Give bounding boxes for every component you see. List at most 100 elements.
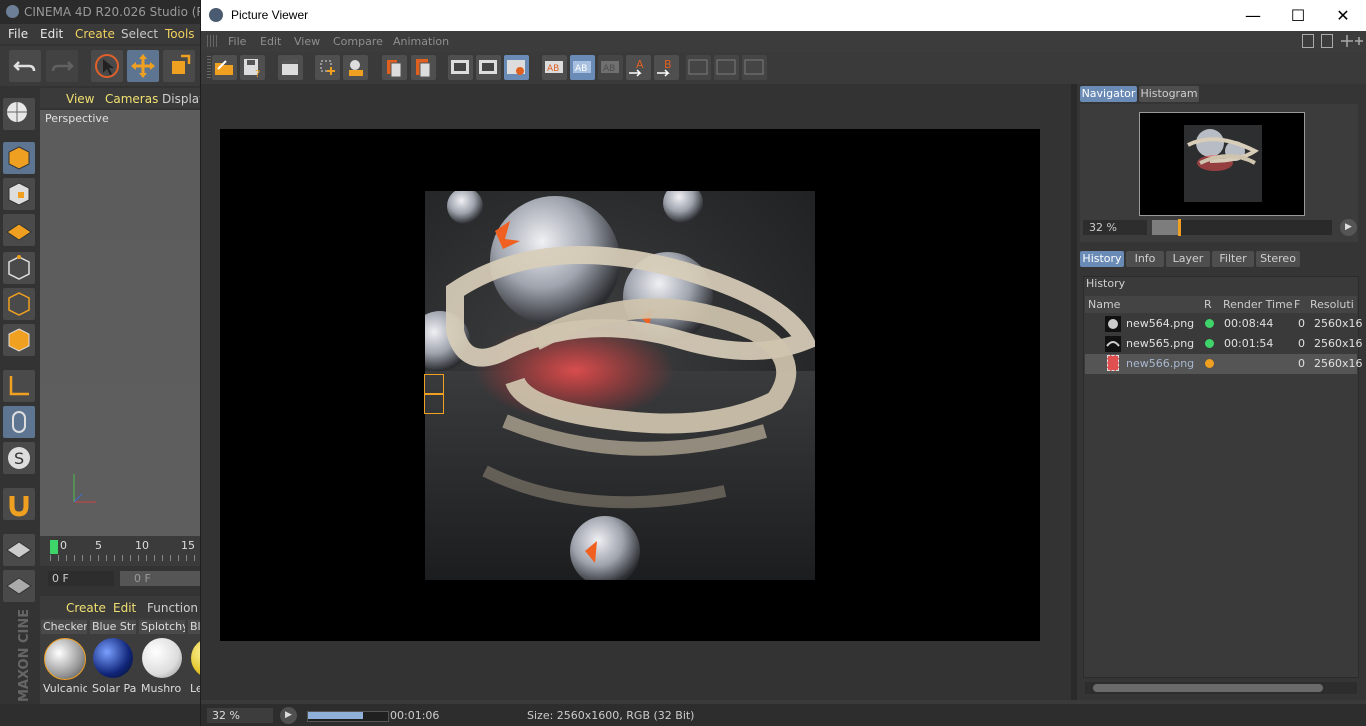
tab-layer[interactable]: Layer	[1166, 251, 1210, 267]
workplane-lock-button[interactable]	[3, 534, 35, 566]
points-mode-button[interactable]	[3, 252, 35, 284]
scale-tool-button[interactable]	[163, 50, 195, 82]
history-render-time: 00:01:54	[1224, 337, 1274, 350]
tab-navigator[interactable]: Navigator	[1080, 86, 1137, 102]
material-menu-function[interactable]: Function	[147, 601, 198, 615]
compare-button-3[interactable]	[504, 55, 529, 80]
pv-menu-animation[interactable]: Animation	[393, 35, 449, 48]
axis-mode-button[interactable]	[3, 370, 35, 402]
canvas-horizontal-scrollbar[interactable]	[201, 690, 1061, 700]
set-b-arrow-button[interactable]: B	[654, 55, 679, 80]
compare-button-2[interactable]	[476, 55, 501, 80]
set-a-arrow-button[interactable]: A	[626, 55, 651, 80]
frame-range-slider[interactable]: 0 F	[120, 571, 200, 586]
column-render-time[interactable]: Render Time	[1223, 298, 1293, 311]
pv-menu-file[interactable]: File	[228, 35, 246, 48]
close-button[interactable]: ✕	[1320, 0, 1366, 31]
folder-open-icon	[215, 60, 233, 75]
stereo-button-2[interactable]	[714, 55, 739, 80]
open-button[interactable]	[212, 55, 237, 80]
material-swatch[interactable]: Checker Vulcanic	[41, 620, 87, 700]
stereo-button-3[interactable]	[742, 55, 767, 80]
tab-histogram[interactable]: Histogram	[1139, 86, 1199, 102]
maximize-button[interactable]: ☐	[1275, 0, 1321, 31]
zoom-slider-handle[interactable]	[1178, 219, 1181, 236]
history-frames: 0	[1298, 337, 1305, 350]
undo-button[interactable]	[9, 50, 41, 82]
viewport-menu-view[interactable]: View	[66, 92, 94, 106]
tab-history[interactable]: History	[1080, 251, 1124, 267]
column-f[interactable]: F	[1294, 298, 1300, 311]
minimize-button[interactable]: —	[1230, 0, 1276, 31]
rendered-image[interactable]	[425, 191, 815, 580]
compare-ab-button[interactable]	[448, 55, 473, 80]
render-active-view-button[interactable]	[343, 55, 368, 80]
region-marker[interactable]	[424, 374, 444, 394]
timeline-playhead[interactable]	[50, 540, 58, 554]
material-menu-edit[interactable]: Edit	[113, 601, 136, 615]
tab-filter[interactable]: Filter	[1212, 251, 1254, 267]
tab-stereo[interactable]: Stereo	[1256, 251, 1300, 267]
solo-button[interactable]: S	[3, 442, 35, 474]
c4d-menu-file[interactable]: File	[8, 27, 28, 41]
c4d-menu-select[interactable]: Select	[121, 27, 158, 41]
c4d-menu-tools[interactable]: Tools	[165, 27, 195, 41]
material-label: Mushro	[141, 682, 182, 695]
save-as-button[interactable]: ?	[240, 55, 265, 80]
planar-workplane-button[interactable]	[3, 570, 35, 602]
pv-menu-view[interactable]: View	[294, 35, 320, 48]
tab-info[interactable]: Info	[1126, 251, 1164, 267]
region-marker[interactable]	[424, 394, 444, 414]
paste-button[interactable]	[411, 55, 436, 80]
column-r[interactable]: R	[1204, 298, 1212, 311]
use-model-mode-button[interactable]	[3, 98, 35, 130]
material-swatch[interactable]: Bl Le	[188, 620, 200, 700]
workplane-mode-button[interactable]	[3, 214, 35, 246]
material-ball	[142, 638, 182, 678]
edges-mode-button[interactable]	[3, 288, 35, 320]
material-swatch[interactable]: Splotchy Mushro	[139, 620, 185, 700]
c4d-menu-create[interactable]: Create	[75, 27, 115, 41]
status-play-button[interactable]: ▶	[280, 707, 297, 724]
pv-menu-edit[interactable]: Edit	[260, 35, 281, 48]
material-name: Checker	[41, 620, 87, 634]
polygons-mode-button[interactable]	[3, 324, 35, 356]
set-a-button[interactable]: AB	[542, 55, 567, 80]
redo-button[interactable]	[46, 50, 78, 82]
perspective-viewport[interactable]	[40, 110, 200, 536]
pv-menu-compare[interactable]: Compare	[333, 35, 383, 48]
diff-ab-button[interactable]: AB	[598, 55, 623, 80]
tweak-mode-button[interactable]	[3, 406, 35, 438]
column-resolution[interactable]: Resoluti	[1310, 298, 1354, 311]
material-menu-create[interactable]: Create	[66, 601, 106, 615]
model-mode-button[interactable]	[3, 142, 35, 174]
collapse-panel-icon[interactable]	[1353, 34, 1365, 48]
stereo-icon	[688, 59, 708, 75]
zoom-play-button[interactable]: ▶	[1340, 219, 1357, 236]
split-ab-button[interactable]: AB	[570, 55, 595, 80]
render-status-dot	[1205, 319, 1214, 328]
stereo-button-1[interactable]	[686, 55, 711, 80]
render-region-button[interactable]	[315, 55, 340, 80]
live-selection-button[interactable]	[91, 50, 123, 82]
history-scroll-thumb[interactable]	[1093, 684, 1323, 692]
new-panel-icon[interactable]	[1321, 34, 1333, 48]
navigator-zoom-field[interactable]: 32 %	[1083, 220, 1147, 235]
move-panel-icon[interactable]	[1340, 34, 1353, 48]
c4d-menu-edit[interactable]: Edit	[40, 27, 63, 41]
viewport-menu-cameras[interactable]: Cameras	[105, 92, 158, 106]
material-swatch[interactable]: Blue Str Solar Pa	[90, 620, 136, 700]
texture-mode-button[interactable]	[3, 178, 35, 210]
render-elapsed-time: 00:01:06	[390, 709, 440, 722]
material-name: Blue Str	[90, 620, 136, 634]
layout-icon[interactable]	[1302, 34, 1314, 48]
copy-button[interactable]	[382, 55, 407, 80]
current-frame-field[interactable]: 0 F	[48, 571, 114, 586]
snap-button[interactable]	[3, 488, 35, 520]
status-zoom-field[interactable]: 32 %	[207, 708, 273, 723]
render-to-pv-button[interactable]	[278, 55, 303, 80]
column-name[interactable]: Name	[1088, 298, 1120, 311]
navigator-thumbnail[interactable]	[1139, 112, 1305, 216]
move-tool-button[interactable]	[127, 50, 159, 82]
axis-gizmo-icon	[73, 474, 96, 503]
